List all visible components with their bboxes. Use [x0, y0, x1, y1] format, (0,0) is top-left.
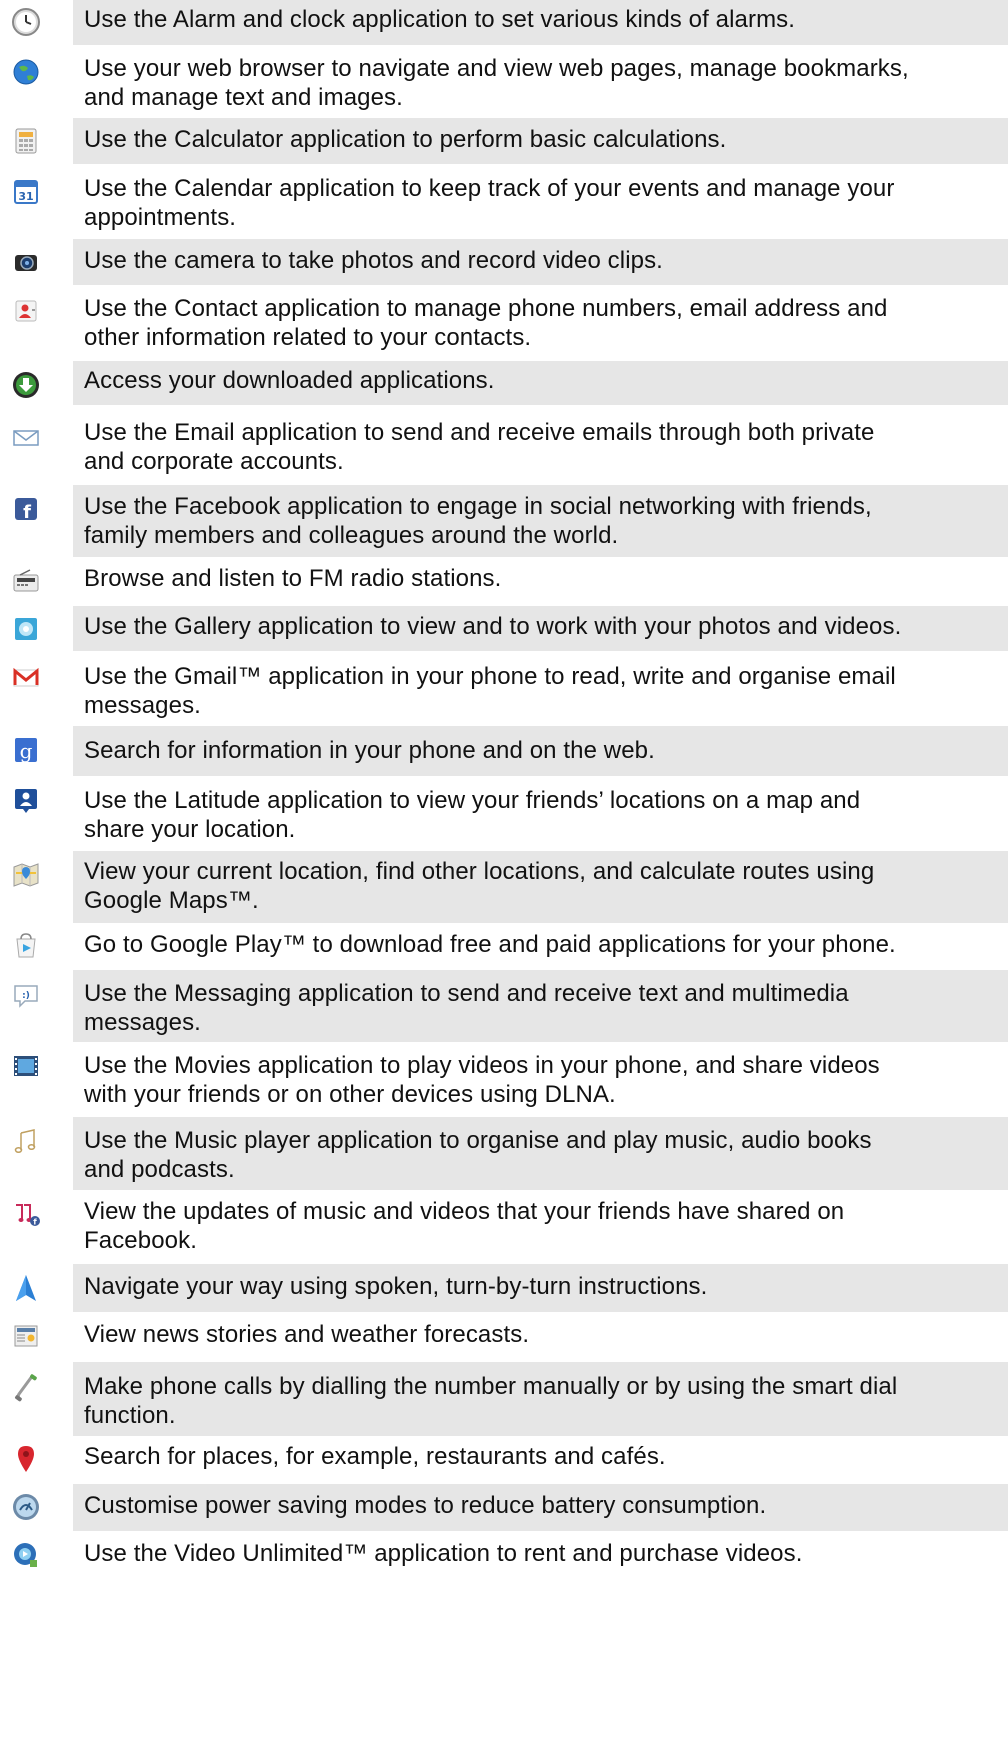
app-row-places: Search for places, for example, restaura…	[0, 1436, 1008, 1483]
app-description: View the updates of music and videos tha…	[84, 1198, 845, 1254]
app-description: Use the camera to take photos and record…	[84, 247, 663, 274]
app-row-messaging: :) Use the Messaging application to send…	[0, 970, 1008, 1042]
app-description: View news stories and weather forecasts.	[84, 1321, 530, 1348]
places-pin-icon	[10, 1443, 42, 1475]
app-row-email: Use the Email application to send and re…	[0, 413, 1008, 481]
app-row-news-weather: View news stories and weather forecasts.	[0, 1313, 1008, 1360]
app-description: Use the Gmail™ application in your phone…	[84, 663, 896, 719]
svg-text:f: f	[23, 502, 31, 523]
navigation-arrow-icon	[10, 1272, 42, 1304]
app-row-gmail: Use the Gmail™ application in your phone…	[0, 653, 1008, 723]
app-row-maps: View your current location, find other l…	[0, 851, 1008, 923]
gmail-icon	[10, 661, 42, 693]
app-row-google-play: Go to Google Play™ to download free and …	[0, 923, 1008, 971]
app-row-contacts: Use the Contact application to manage ph…	[0, 287, 1008, 355]
app-description: Go to Google Play™ to download free and …	[84, 931, 896, 958]
app-description: View your current location, find other l…	[84, 858, 875, 914]
app-row-gallery: Use the Gallery application to view and …	[0, 606, 1008, 651]
app-description: Search for places, for example, restaura…	[84, 1443, 666, 1470]
svg-text:g: g	[20, 739, 33, 763]
app-row-video-unlimited: Use the Video Unlimited™ application to …	[0, 1531, 1008, 1579]
app-row-music-friends: f View the updates of music and videos t…	[0, 1190, 1008, 1262]
app-description: Use the Latitude application to view you…	[84, 787, 861, 843]
camera-icon	[10, 246, 42, 278]
music-friends-icon: f	[10, 1199, 42, 1231]
app-description: Use the Facebook application to engage i…	[84, 493, 872, 549]
app-row-calculator: Use the Calculator application to perfor…	[0, 118, 1008, 164]
news-weather-icon	[10, 1320, 42, 1352]
app-row-google-search: g Search for information in your phone a…	[0, 726, 1008, 776]
app-description: Use the Calculator application to perfor…	[84, 126, 727, 153]
app-row-fm-radio: Browse and listen to FM radio stations.	[0, 558, 1008, 603]
app-row-navigation: Navigate your way using spoken, turn-by-…	[0, 1264, 1008, 1312]
app-description: Use the Calendar application to keep tra…	[84, 175, 895, 231]
app-row-browser: Use your web browser to navigate and vie…	[0, 50, 1008, 118]
app-row-facebook: f Use the Facebook application to engage…	[0, 485, 1008, 557]
email-envelope-icon	[10, 421, 42, 453]
svg-text:f: f	[33, 1218, 37, 1227]
fm-radio-icon	[10, 565, 42, 597]
application-list: Use the Alarm and clock application to s…	[0, 0, 1008, 1745]
calculator-icon	[10, 125, 42, 157]
app-row-camera: Use the camera to take photos and record…	[0, 239, 1008, 285]
app-description: Make phone calls by dialling the number …	[84, 1373, 898, 1429]
calendar-icon: 31	[10, 176, 42, 208]
latitude-icon	[10, 784, 42, 816]
movies-icon	[10, 1050, 42, 1082]
app-description: Use the Gallery application to view and …	[84, 613, 902, 640]
app-row-music: Use the Music player application to orga…	[0, 1117, 1008, 1190]
app-description: Use your web browser to navigate and vie…	[84, 55, 909, 111]
app-description: Use the Email application to send and re…	[84, 419, 875, 475]
app-description: Browse and listen to FM radio stations.	[84, 565, 502, 592]
svg-text:31: 31	[18, 190, 33, 203]
svg-text::): :)	[22, 991, 30, 1001]
app-row-alarm: Use the Alarm and clock application to s…	[0, 0, 1008, 45]
app-description: Use the Video Unlimited™ application to …	[84, 1540, 803, 1567]
app-row-downloads: Access your downloaded applications.	[0, 361, 1008, 405]
messaging-icon: :)	[10, 979, 42, 1011]
app-description: Use the Alarm and clock application to s…	[84, 6, 796, 33]
app-description: Navigate your way using spoken, turn-by-…	[84, 1273, 708, 1300]
facebook-icon: f	[10, 493, 42, 525]
play-store-icon	[10, 931, 42, 963]
app-row-power-saving: Customise power saving modes to reduce b…	[0, 1484, 1008, 1531]
app-row-calendar: 31 Use the Calendar application to keep …	[0, 169, 1008, 236]
power-saver-icon	[10, 1491, 42, 1523]
google-search-icon: g	[10, 734, 42, 766]
music-note-icon	[10, 1125, 42, 1157]
app-description: Use the Movies application to play video…	[84, 1052, 880, 1108]
gallery-icon	[10, 613, 42, 645]
app-row-phone: Make phone calls by dialling the number …	[0, 1362, 1008, 1436]
app-description: Customise power saving modes to reduce b…	[84, 1492, 767, 1519]
video-unlimited-icon	[10, 1539, 42, 1571]
app-description: Search for information in your phone and…	[84, 737, 655, 764]
app-description: Use the Contact application to manage ph…	[84, 295, 888, 351]
app-description: Use the Messaging application to send an…	[84, 980, 849, 1036]
app-description: Access your downloaded applications.	[84, 367, 495, 394]
contacts-icon	[10, 295, 42, 327]
app-row-movies: Use the Movies application to play video…	[0, 1044, 1008, 1112]
app-row-latitude: Use the Latitude application to view you…	[0, 776, 1008, 846]
browser-globe-icon	[10, 56, 42, 88]
phone-handset-icon	[10, 1372, 42, 1404]
app-description: Use the Music player application to orga…	[84, 1127, 872, 1183]
download-icon	[10, 369, 42, 401]
alarm-clock-icon	[10, 6, 42, 38]
maps-icon	[10, 859, 42, 891]
